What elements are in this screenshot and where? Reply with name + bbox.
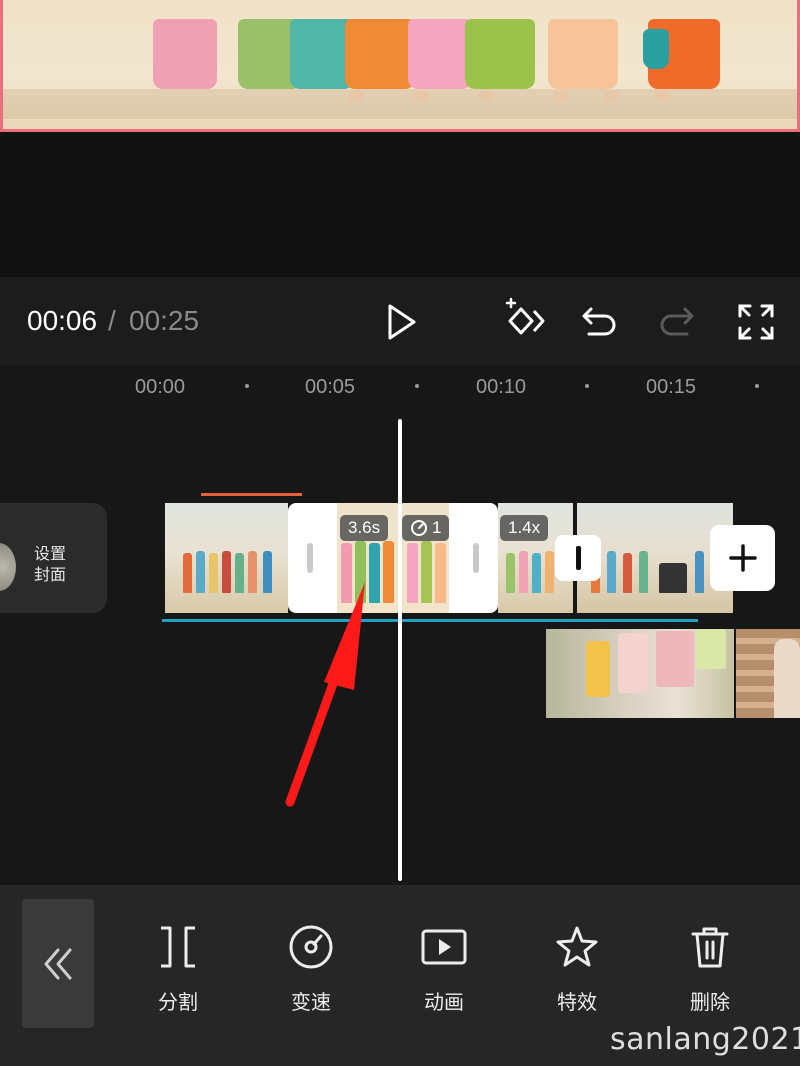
clip-speed-badge: 1 bbox=[402, 515, 450, 541]
shopping-bag bbox=[656, 631, 694, 687]
time-separator: / bbox=[108, 305, 116, 336]
animation-icon bbox=[421, 929, 467, 965]
clip-figure bbox=[235, 553, 244, 593]
clip-figure bbox=[532, 553, 541, 593]
speed-icon bbox=[289, 925, 333, 969]
audio-marker-track bbox=[201, 493, 302, 496]
clip-figure bbox=[248, 551, 257, 593]
preview-figure bbox=[548, 19, 618, 89]
clip-figure bbox=[407, 543, 418, 603]
overlay-clip[interactable] bbox=[736, 629, 800, 718]
shopping-bag bbox=[696, 629, 726, 669]
speed-gauge-icon bbox=[411, 520, 427, 536]
preview-figure bbox=[345, 19, 415, 89]
current-time: 00:06 bbox=[27, 305, 98, 336]
preview-foot bbox=[348, 91, 364, 101]
ruler-tick-dot bbox=[245, 384, 249, 388]
clip-figure bbox=[519, 551, 528, 593]
play-button[interactable] bbox=[380, 300, 424, 344]
preview-figure bbox=[465, 19, 535, 89]
shopping-bag bbox=[586, 641, 610, 697]
video-clip[interactable] bbox=[165, 503, 288, 613]
clip-trim-handle-left[interactable] bbox=[307, 543, 313, 573]
ruler-tick-dot bbox=[585, 384, 589, 388]
total-time: 00:25 bbox=[129, 305, 200, 336]
transition-button[interactable] bbox=[555, 535, 601, 581]
transition-icon bbox=[575, 546, 581, 570]
play-icon bbox=[388, 304, 416, 340]
fullscreen-button[interactable] bbox=[734, 300, 778, 344]
split-icon bbox=[161, 926, 195, 968]
clip-figure bbox=[263, 551, 272, 593]
preview-foot bbox=[553, 91, 569, 101]
cover-thumbnail bbox=[0, 543, 16, 591]
cover-label-line2: 封面 bbox=[34, 567, 67, 584]
delete-label: 删除 bbox=[690, 992, 730, 1014]
playhead[interactable] bbox=[398, 419, 402, 881]
preview-figure bbox=[643, 29, 669, 69]
ruler-tick-dot bbox=[755, 384, 759, 388]
effects-label: 特效 bbox=[557, 992, 597, 1014]
animation-button[interactable]: 动画 bbox=[394, 920, 494, 1020]
preview-letterbox bbox=[0, 132, 800, 277]
preview-ground-shadow bbox=[3, 89, 797, 119]
clip-figure bbox=[421, 541, 432, 603]
clip-figure bbox=[383, 541, 394, 603]
clip-figure bbox=[639, 551, 648, 593]
speed-button[interactable]: 变速 bbox=[261, 920, 361, 1020]
redo-button[interactable] bbox=[654, 300, 700, 342]
clip-figure bbox=[659, 563, 687, 593]
animation-label: 动画 bbox=[424, 992, 464, 1014]
clip-figure bbox=[183, 553, 192, 593]
clip-figure bbox=[196, 551, 205, 593]
clip-speed-value: 1 bbox=[432, 518, 442, 537]
keyframe-icon bbox=[505, 297, 545, 335]
preview-foot bbox=[603, 91, 619, 101]
collapse-toolbar-button[interactable] bbox=[22, 899, 94, 1028]
clip-figure bbox=[209, 553, 218, 593]
plus-icon bbox=[729, 544, 757, 572]
clip-figure bbox=[545, 551, 554, 593]
clip-figure bbox=[607, 551, 616, 593]
preview-foot bbox=[478, 91, 494, 101]
clip-figure bbox=[222, 551, 231, 593]
delete-icon bbox=[691, 927, 729, 968]
main-track-indicator bbox=[162, 619, 698, 622]
clip-duration-badge: 3.6s bbox=[340, 515, 389, 541]
undo-button[interactable] bbox=[576, 300, 622, 342]
fullscreen-icon bbox=[738, 304, 774, 340]
preview-figure bbox=[153, 19, 217, 89]
red-annotation-arrow bbox=[285, 582, 365, 807]
clip-speed-label: 1.4x bbox=[500, 515, 549, 541]
effects-button[interactable]: 特效 bbox=[527, 920, 627, 1020]
split-label: 分割 bbox=[158, 992, 198, 1014]
undo-icon bbox=[582, 307, 616, 336]
keyframe-button[interactable] bbox=[496, 296, 548, 344]
clip-figure bbox=[623, 553, 632, 593]
preview-foot bbox=[413, 91, 429, 101]
ruler-tick-label: 00:05 bbox=[305, 376, 356, 398]
person-silhouette bbox=[774, 639, 800, 718]
speed-label: 变速 bbox=[291, 992, 331, 1014]
clip-figure bbox=[695, 551, 704, 593]
ruler-tick-label: 00:00 bbox=[135, 376, 186, 398]
clip-figure bbox=[435, 543, 446, 603]
video-preview[interactable] bbox=[0, 0, 800, 132]
preview-foot bbox=[655, 91, 671, 101]
double-chevron-left-icon bbox=[44, 948, 72, 979]
redo-icon bbox=[660, 307, 694, 336]
watermark-text: sanlang2021 bbox=[610, 1022, 800, 1057]
clip-trim-handle-right[interactable] bbox=[473, 543, 479, 573]
effects-icon bbox=[556, 926, 598, 967]
overlay-clip[interactable] bbox=[546, 629, 734, 718]
split-button[interactable]: 分割 bbox=[128, 920, 228, 1020]
delete-button[interactable]: 删除 bbox=[660, 920, 760, 1020]
ruler-tick-label: 00:10 bbox=[476, 376, 527, 398]
ruler-tick-dot bbox=[415, 384, 419, 388]
ruler-tick-label: 00:15 bbox=[646, 376, 697, 398]
preview-figure bbox=[408, 19, 472, 89]
add-clip-button[interactable] bbox=[710, 525, 775, 591]
clip-figure bbox=[506, 553, 515, 593]
shopping-bag bbox=[618, 633, 648, 693]
